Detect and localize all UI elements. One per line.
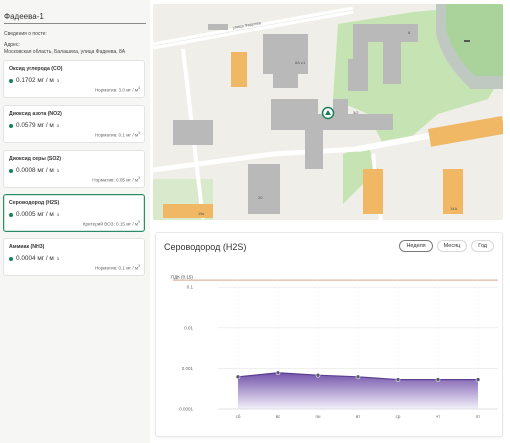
pollutant-norm-text: Норматив: 0.05 мг / м <box>92 178 139 183</box>
station-map[interactable]: улица Фадеева 8 8А с1 3/2 20 14А 15к <box>153 4 503 220</box>
pollutant-name: Аммиак (NH3) <box>9 244 45 250</box>
station-marker-icon[interactable] <box>321 106 335 120</box>
building <box>348 59 368 91</box>
pollutant-norm: Норматив: 0.05 мг / м3 <box>92 176 140 183</box>
status-dot-icon <box>9 123 13 128</box>
status-dot-icon <box>9 168 13 173</box>
pollutant-value: 0.0005 мг / м3 <box>9 211 59 218</box>
pollutant-norm-text: Норматив: 0.1 мг / м <box>94 133 139 138</box>
station-panel: Фадеева-1 Сведения о посте: Адрес: Моско… <box>0 0 150 443</box>
unit-exponent: 3 <box>138 220 140 225</box>
data-point <box>315 372 321 378</box>
unit-exponent: 3 <box>56 256 60 261</box>
x-tick-label: ср <box>396 414 401 419</box>
data-point <box>395 377 401 382</box>
x-tick-label: вт <box>356 414 360 419</box>
x-tick-label: пн <box>316 414 321 419</box>
building <box>263 34 308 74</box>
pollutant-name: Сероводород (H2S) <box>9 200 60 206</box>
school-building <box>231 52 247 87</box>
pollutant-name: Диоксид азота (NO2) <box>9 111 62 117</box>
house-number: 14А <box>450 206 457 211</box>
address-label: Адрес: <box>4 42 20 48</box>
pollutant-value: 0.0004 мг / м3 <box>9 255 59 262</box>
unit-exponent: 3 <box>56 123 60 128</box>
pollutant-card[interactable]: Сероводород (H2S) 0.0005 мг / м 3 Критерий … <box>3 194 145 232</box>
pollutant-norm: Норматив: 0.1 мг / м3 <box>95 264 140 271</box>
chart-panel: Сероводород (H2S) Неделя Месяц Год 0.000… <box>155 232 503 437</box>
pollutant-card[interactable]: Аммиак (NH3) 0.0004 мг / м 3 Норматив: 0.1 … <box>3 238 145 276</box>
data-point <box>435 377 441 382</box>
pollutant-value: 0.0008 мг / м3 <box>9 167 59 174</box>
data-point <box>475 377 481 382</box>
pollutant-value-text: 0.1702 мг / м <box>16 77 54 84</box>
status-dot-icon <box>9 212 13 217</box>
unit-exponent: 3 <box>138 131 140 136</box>
data-point <box>355 374 361 380</box>
pollutant-name: Оксид углерода (CO) <box>9 66 63 72</box>
y-tick-label: 0.001 <box>182 366 194 371</box>
status-dot-icon <box>9 78 13 83</box>
y-tick-label: 0.1 <box>187 285 194 290</box>
pollutant-norm-text: Норматив: 0.1 мг / м <box>94 266 139 271</box>
data-point <box>275 370 281 376</box>
title-divider <box>4 23 146 24</box>
x-tick-label: вс <box>276 414 281 419</box>
building <box>208 24 228 30</box>
pollutant-value-text: 0.0008 мг / м <box>16 167 54 174</box>
pollutant-name: Диоксид серы (SO2) <box>9 156 62 162</box>
x-tick-label: пт <box>476 414 481 419</box>
data-point <box>235 374 241 380</box>
house-number: 15к <box>198 211 204 216</box>
pollutant-card[interactable]: Диоксид серы (SO2) 0.0008 мг / м 3 Норматив… <box>3 150 145 188</box>
pollutant-value-text: 0.0579 мг / м <box>16 122 54 129</box>
x-tick-label: сб <box>236 414 241 419</box>
y-tick-label: 0.01 <box>184 325 193 330</box>
unit-exponent: 3 <box>138 176 140 181</box>
pollutant-norm: Критерий ВОЗ: 0.15 мг / м3 <box>83 220 140 227</box>
pollutant-norm-text: Норматив: 3.0 мг / м <box>94 88 139 93</box>
school-building <box>163 204 213 218</box>
unit-exponent: 3 <box>56 212 60 217</box>
station-info-heading: Сведения о посте: <box>4 31 47 37</box>
pollutant-norm-text: Критерий ВОЗ: 0.15 мг / м <box>82 222 139 227</box>
unit-exponent: 3 <box>138 264 140 269</box>
building <box>273 74 298 88</box>
y-tick-label: 0.0001 <box>179 407 193 412</box>
station-title: Фадеева-1 <box>4 12 44 21</box>
pollutant-value: 0.1702 мг / м3 <box>9 77 59 84</box>
building <box>248 164 280 214</box>
pollutant-norm: Норматив: 3.0 мг / м3 <box>95 86 140 93</box>
chart-plot: 0.0001 0.001 0.01 0.1 ПДК (0.15) сб вс пн вт ср чт… <box>171 275 498 419</box>
map-canvas[interactable]: улица Фадеева 8 8А с1 3/2 20 14А 15к <box>153 4 503 220</box>
pollutant-value-text: 0.0005 мг / м <box>16 211 54 218</box>
unit-exponent: 3 <box>138 86 140 91</box>
house-number: 8А с1 <box>295 60 306 65</box>
house-number: 3/2 <box>353 110 359 115</box>
reference-line-label: ПДК (0.15) <box>171 275 193 280</box>
pollutant-value-text: 0.0004 мг / м <box>16 255 54 262</box>
unit-exponent: 3 <box>56 168 60 173</box>
map-poi <box>464 40 470 42</box>
status-dot-icon <box>9 256 13 261</box>
pollutant-norm: Норматив: 0.1 мг / м3 <box>95 131 140 138</box>
building <box>197 120 211 138</box>
school-building <box>363 169 383 214</box>
pollutant-card[interactable]: Оксид углерода (CO) 0.1702 мг / м 3 Нормати… <box>3 60 145 98</box>
x-tick-label: чт <box>436 414 440 419</box>
pollutant-card[interactable]: Диоксид азота (NO2) 0.0579 мг / м 3 Нормати… <box>3 105 145 143</box>
house-number: 20 <box>258 195 263 200</box>
unit-exponent: 3 <box>56 78 60 83</box>
pollutant-value: 0.0579 мг / м3 <box>9 122 59 129</box>
address-value: Московская область, Балашиха, улица Фаде… <box>4 49 126 55</box>
